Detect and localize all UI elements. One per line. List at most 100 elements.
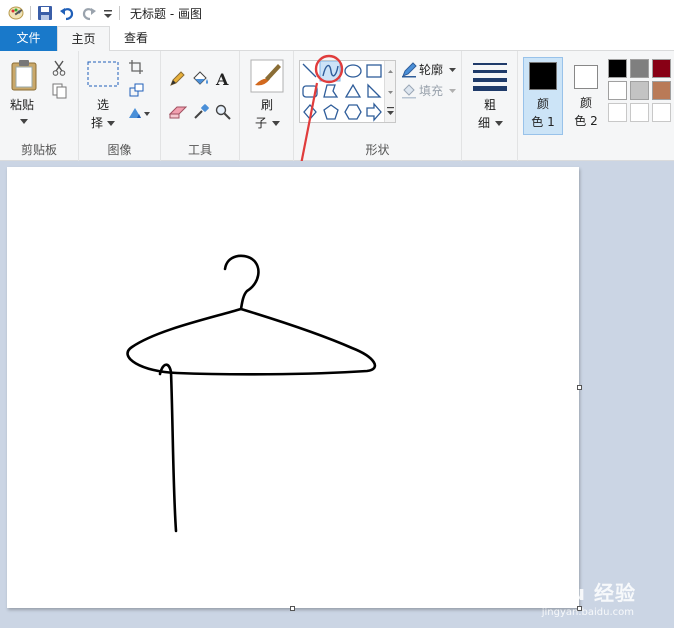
outline-pencil-icon	[402, 62, 417, 78]
rectangle-shape-icon[interactable]	[366, 64, 382, 78]
size-button[interactable]: 粗 细	[470, 57, 510, 133]
color1-button[interactable]: 颜 色 1	[523, 57, 563, 135]
hexagon-shape-icon[interactable]	[344, 104, 362, 120]
outline-label: 轮廓	[419, 63, 444, 77]
color1-label-line2: 色 1	[531, 115, 555, 129]
chevron-down-icon	[449, 89, 456, 93]
hanger-drawing	[126, 254, 377, 533]
palette-color-swatch[interactable]	[652, 59, 671, 78]
resize-handle-bottom[interactable]	[290, 606, 295, 611]
palette-color-swatch[interactable]	[608, 103, 627, 122]
separator	[119, 6, 120, 20]
svg-text:A: A	[215, 71, 229, 87]
window-title: 无标题 - 画图	[130, 6, 202, 21]
color2-label-line1: 颜	[579, 96, 592, 110]
palette-color-swatch[interactable]	[608, 81, 627, 100]
pencil-icon[interactable]	[169, 71, 185, 87]
size-group: 粗 细	[462, 51, 518, 161]
palette-color-swatch[interactable]	[630, 81, 649, 100]
resize-handle-right[interactable]	[577, 385, 582, 390]
oval-shape-icon[interactable]	[344, 64, 362, 78]
redo-icon[interactable]	[81, 5, 97, 21]
cut-icon[interactable]	[52, 60, 66, 76]
diamond-shape-icon[interactable]	[303, 104, 317, 120]
undo-icon[interactable]	[59, 5, 75, 21]
palette-color-swatch[interactable]	[630, 59, 649, 78]
color2-button[interactable]: 颜 色 2	[566, 57, 606, 135]
tab-file[interactable]: 文件	[0, 26, 57, 51]
ribbon: 粘贴 剪贴板 选 择 图像 A 工具 刷 子 轮廓 填充 形状 粗 细 颜 色 …	[0, 51, 674, 161]
baidu-watermark-url: jingyan.baidu.com	[541, 607, 634, 618]
palette-color-swatch[interactable]	[608, 59, 627, 78]
clipboard-group: 粘贴 剪贴板	[0, 51, 79, 161]
shapes-scrollbar[interactable]	[384, 61, 395, 122]
brushes-button[interactable]: 刷 子	[248, 57, 286, 133]
color-palette	[608, 59, 674, 125]
colors-group: 颜 色 1 颜 色 2	[518, 51, 674, 161]
chevron-down-icon	[272, 121, 280, 126]
save-icon[interactable]	[37, 5, 53, 21]
pentagon-shape-icon[interactable]	[323, 104, 339, 120]
outline-button[interactable]: 轮廓	[401, 61, 459, 79]
brushes-group: 刷 子	[240, 51, 294, 161]
size-label-line1: 粗	[483, 98, 496, 112]
chevron-down-icon	[495, 121, 503, 126]
separator	[30, 6, 31, 20]
clipboard-icon	[11, 60, 37, 91]
rotate-icon[interactable]	[127, 106, 151, 120]
quick-access-toolbar	[0, 0, 126, 26]
resize-icon[interactable]	[129, 83, 145, 97]
curve-shape-icon[interactable]	[319, 61, 341, 82]
title-bar: 无标题 - 画图	[0, 0, 674, 26]
image-group-label: 图像	[107, 143, 132, 157]
eraser-icon[interactable]	[169, 105, 187, 119]
brush-icon	[250, 59, 284, 93]
tools-group-label: 工具	[187, 143, 212, 157]
color-picker-icon[interactable]	[193, 104, 209, 120]
copy-icon[interactable]	[52, 83, 68, 99]
line-shape-icon[interactable]	[302, 63, 317, 78]
brushes-label-line1: 刷	[260, 98, 273, 112]
select-button[interactable]: 选 择	[85, 57, 121, 133]
polygon-shape-icon[interactable]	[323, 84, 339, 98]
clipboard-group-label: 剪贴板	[20, 143, 57, 157]
fill-label: 填充	[419, 84, 444, 98]
line-width-icon	[473, 63, 507, 91]
palette-color-swatch[interactable]	[652, 103, 671, 122]
paint-app-icon[interactable]	[8, 5, 24, 21]
ribbon-tab-strip: 文件 主页 查看	[0, 26, 674, 52]
shapes-gallery	[299, 60, 396, 123]
palette-color-swatch[interactable]	[652, 81, 671, 100]
fill-button[interactable]: 填充	[401, 82, 459, 100]
color1-swatch	[529, 62, 557, 90]
chevron-down-icon	[107, 121, 115, 126]
shapes-group-label: 形状	[365, 143, 390, 157]
fill-bucket-icon[interactable]	[191, 71, 209, 87]
select-label-line1: 选	[96, 98, 109, 112]
paste-button[interactable]: 粘贴	[6, 57, 40, 133]
text-icon[interactable]: A	[215, 71, 231, 87]
fill-bucket-icon	[402, 84, 416, 99]
customize-toolbar-icon[interactable]	[103, 5, 113, 21]
right-arrow-shape-icon[interactable]	[366, 102, 382, 122]
color2-label-line2: 色 2	[574, 114, 598, 128]
chevron-down-icon	[449, 68, 456, 72]
chevron-down-icon	[20, 119, 28, 124]
magnifier-icon[interactable]	[215, 104, 231, 120]
drawing-canvas[interactable]	[7, 167, 579, 608]
palette-color-swatch[interactable]	[630, 103, 649, 122]
tab-home[interactable]: 主页	[57, 26, 110, 52]
crop-icon[interactable]	[129, 60, 143, 74]
tab-view[interactable]: 查看	[110, 26, 162, 51]
shapes-group: 轮廓 填充 形状	[294, 51, 462, 161]
rectangular-select-icon	[87, 61, 119, 87]
workspace: Bai du 经验 jingyan.baidu.com	[0, 161, 674, 628]
tools-group: A 工具	[161, 51, 240, 161]
right-triangle-shape-icon[interactable]	[367, 83, 382, 98]
paste-label: 粘贴	[9, 98, 34, 112]
color2-swatch	[574, 65, 598, 89]
triangle-shape-icon[interactable]	[344, 83, 362, 98]
color1-label-line1: 颜	[536, 97, 549, 111]
baidu-watermark: Bai du 经验	[508, 581, 636, 605]
rounded-rectangle-shape-icon[interactable]	[302, 85, 318, 98]
